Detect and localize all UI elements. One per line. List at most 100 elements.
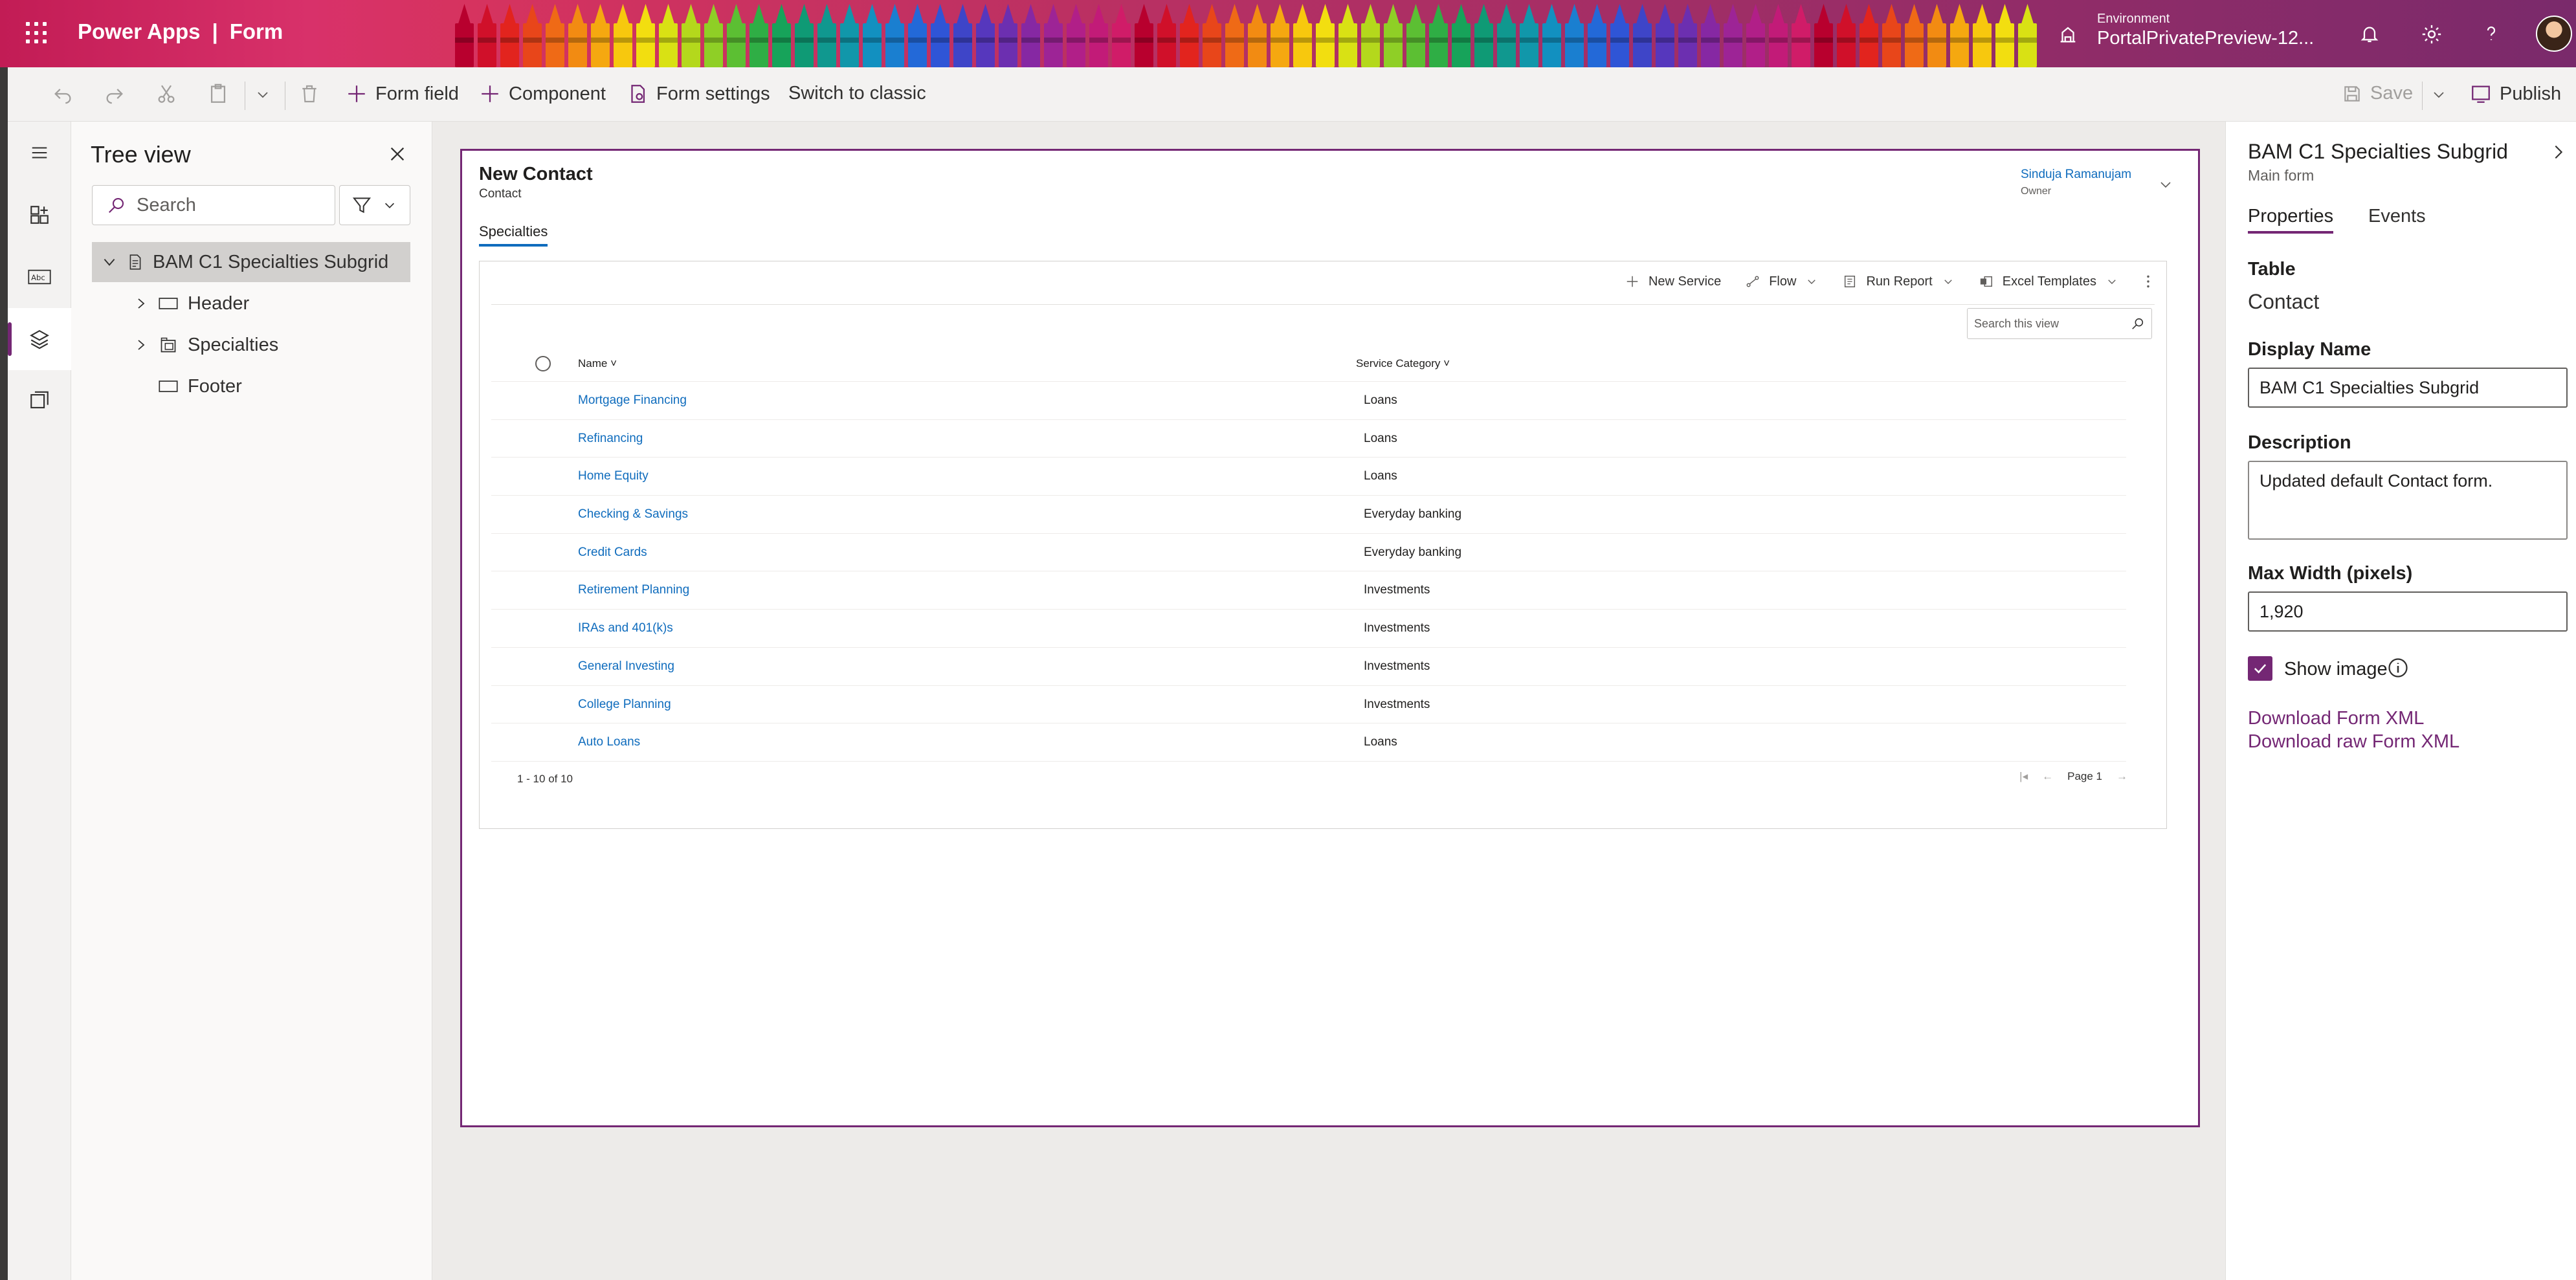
description-field[interactable]: Updated default Contact form. [2248, 461, 2568, 540]
chevron-right-icon[interactable] [2549, 142, 2568, 162]
tree-node-footer[interactable]: Footer [158, 366, 242, 406]
add-icon [482, 85, 498, 102]
service-name-link[interactable]: College Planning [578, 698, 671, 712]
paste-icon[interactable] [207, 83, 229, 105]
table-row[interactable]: Home Equity Loans [491, 458, 2126, 496]
more-options-icon[interactable] [2143, 273, 2153, 290]
publish-button[interactable]: Publish [2470, 83, 2561, 105]
column-header-service-category[interactable]: Service Category ˅ [1356, 357, 1450, 370]
cut-icon[interactable] [155, 83, 177, 105]
tab-events[interactable]: Events [2368, 206, 2426, 231]
owner-name-link[interactable]: Sinduja Ramanujam [2021, 168, 2131, 182]
next-page-icon[interactable]: → [2116, 770, 2127, 783]
display-name-field[interactable]: BAM C1 Specialties Subgrid [2248, 368, 2568, 408]
service-name-link[interactable]: Checking & Savings [578, 507, 688, 522]
flow-button[interactable]: Flow [1746, 274, 1818, 289]
select-all-checkbox[interactable] [535, 356, 551, 371]
fields-icon[interactable]: Abc [8, 246, 71, 308]
form-entity-name: Contact [479, 187, 522, 201]
show-image-checkbox[interactable] [2248, 656, 2272, 681]
subgrid-search-placeholder: Search this view [1974, 316, 2060, 330]
tab-icon [161, 337, 176, 353]
environment-picker[interactable]: Environment PortalPrivatePreview-12... [2097, 12, 2314, 49]
tree-root-node[interactable]: BAM C1 Specialties Subgrid [92, 242, 410, 282]
menu-icon[interactable] [8, 122, 71, 184]
tree-search-input[interactable]: Search [92, 185, 335, 225]
properties-title: BAM C1 Specialties Subgrid [2248, 140, 2508, 163]
form-settings-button[interactable]: Form settings [627, 83, 770, 105]
excel-templates-button[interactable]: Excel Templates [1979, 274, 2118, 289]
service-name-link[interactable]: Refinancing [578, 432, 643, 446]
save-options-chevron-icon[interactable] [2430, 87, 2448, 102]
environment-icon[interactable] [2057, 23, 2079, 45]
redo-icon[interactable] [104, 83, 126, 105]
new-service-button[interactable]: New Service [1625, 274, 1721, 289]
divider [491, 304, 2155, 305]
chevron-down-icon[interactable] [101, 254, 118, 270]
table-row[interactable]: General Investing Investments [491, 648, 2126, 686]
chevron-down-icon[interactable] [254, 87, 272, 102]
waffle-icon[interactable] [26, 22, 48, 44]
header-banner-image [453, 0, 2039, 67]
undo-icon[interactable] [52, 83, 74, 105]
close-icon[interactable] [387, 144, 408, 164]
notification-icon[interactable] [2359, 23, 2380, 44]
download-form-xml-link[interactable]: Download Form XML [2248, 708, 2424, 729]
chevron-down-icon[interactable] [2157, 177, 2175, 192]
tab-specialties[interactable]: Specialties [479, 223, 548, 247]
service-name-link[interactable]: IRAs and 401(k)s [578, 621, 673, 635]
service-name-link[interactable]: Credit Cards [578, 546, 647, 560]
table-row[interactable]: Mortgage Financing Loans [491, 382, 2126, 420]
tree-view-icon[interactable] [8, 308, 71, 370]
chevron-right-icon[interactable] [133, 295, 149, 312]
download-raw-form-xml-link[interactable]: Download raw Form XML [2248, 731, 2459, 753]
service-name-link[interactable]: Auto Loans [578, 735, 640, 749]
tree-node-specialties[interactable]: Specialties [133, 325, 278, 365]
table-row[interactable]: Credit Cards Everyday banking [491, 534, 2126, 572]
first-page-icon[interactable]: |◂ [2019, 770, 2028, 783]
table-row[interactable]: Checking & Savings Everyday banking [491, 496, 2126, 534]
tree-node-label: Specialties [188, 334, 279, 355]
tree-filter-button[interactable] [339, 185, 410, 225]
table-row[interactable]: IRAs and 401(k)s Investments [491, 610, 2126, 648]
tree-search-placeholder: Search [137, 194, 196, 215]
settings-icon[interactable] [2421, 23, 2443, 45]
table-row[interactable]: College Planning Investments [491, 686, 2126, 724]
service-name-link[interactable]: Retirement Planning [578, 583, 689, 597]
service-name-link[interactable]: General Investing [578, 659, 674, 674]
component-button[interactable]: Component [479, 83, 606, 105]
form-settings-icon [631, 85, 645, 103]
subgrid-search-input[interactable]: Search this view [1967, 308, 2152, 339]
form-preview[interactable]: New Contact Contact Sinduja Ramanujam Ow… [460, 149, 2200, 1127]
service-name-link[interactable]: Mortgage Financing [578, 393, 687, 408]
command-bar: Form field Component Form settings Switc… [0, 67, 2576, 122]
table-row[interactable]: Retirement Planning Investments [491, 571, 2126, 610]
record-count: 1 - 10 of 10 [517, 773, 573, 785]
components-icon[interactable] [8, 184, 71, 246]
column-header-name[interactable]: Name ˅ [578, 357, 617, 370]
chevron-right-icon[interactable] [133, 337, 149, 353]
help-icon[interactable] [2482, 23, 2501, 44]
delete-icon[interactable] [299, 83, 320, 105]
form-field-button[interactable]: Form field [346, 83, 459, 105]
app-title[interactable]: Power Apps | Form [78, 19, 283, 44]
component-label: Component [509, 83, 606, 104]
save-button[interactable]: Save [2342, 83, 2413, 104]
subgrid-header-row: Name ˅ Service Category ˅ [491, 344, 2126, 382]
tree-node-header[interactable]: Header [133, 283, 249, 324]
table-row[interactable]: Refinancing Loans [491, 420, 2126, 458]
description-label: Description [2248, 432, 2351, 453]
service-name-link[interactable]: Home Equity [578, 469, 649, 483]
display-name-label: Display Name [2248, 339, 2371, 360]
run-report-button[interactable]: Run Report [1843, 274, 1954, 289]
user-avatar[interactable] [2536, 16, 2572, 52]
previous-page-icon[interactable]: ← [2042, 770, 2053, 783]
switch-to-classic-button[interactable]: Switch to classic [788, 83, 926, 104]
table-row[interactable]: Auto Loans Loans [491, 723, 2126, 762]
form-libraries-icon[interactable] [8, 370, 71, 432]
subgrid-command-bar: New Service Flow Run Report Excel Templa… [1625, 273, 2153, 290]
max-width-field[interactable]: 1,920 [2248, 591, 2568, 632]
tab-properties[interactable]: Properties [2248, 206, 2334, 234]
search-icon [108, 197, 124, 214]
info-icon[interactable] [2386, 656, 2410, 679]
